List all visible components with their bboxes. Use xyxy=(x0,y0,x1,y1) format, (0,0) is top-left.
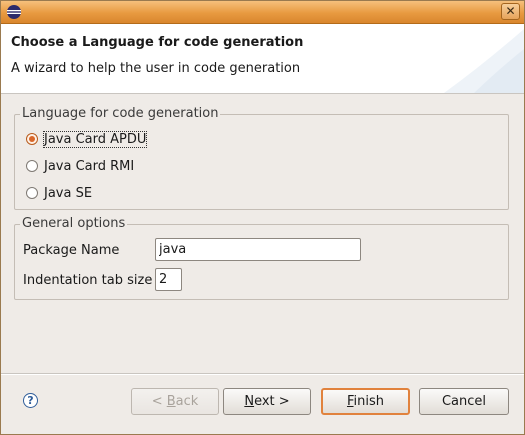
general-options-label: General options xyxy=(20,216,128,232)
page-description: A wizard to help the user in code genera… xyxy=(11,61,301,76)
indentation-label: Indentation tab size xyxy=(23,273,153,288)
radio-indicator[interactable] xyxy=(26,187,38,199)
back-mnemonic: B xyxy=(166,394,176,409)
general-options-group: General options Package Name Indentation… xyxy=(14,216,509,300)
radio-indicator-selected[interactable] xyxy=(26,133,38,145)
next-rest: ext > xyxy=(254,394,290,409)
help-icon[interactable]: ? xyxy=(23,393,38,408)
radio-indicator[interactable] xyxy=(26,160,38,172)
radio-label: Java Card APDU xyxy=(42,130,148,148)
language-group-label: Language for code generation xyxy=(20,106,221,122)
back-button[interactable]: < Back xyxy=(131,388,219,415)
radio-label: Java Card RMI xyxy=(44,158,135,174)
eclipse-icon xyxy=(7,5,21,19)
next-mnemonic: N xyxy=(244,394,255,409)
radio-java-se[interactable]: Java SE xyxy=(26,184,92,202)
wizard-header: Choose a Language for code generation A … xyxy=(1,24,524,94)
close-button[interactable]: ✕ xyxy=(501,3,520,20)
finish-rest: inish xyxy=(353,394,385,409)
package-name-input[interactable] xyxy=(155,238,361,261)
back-rest: ack xyxy=(175,394,199,409)
language-group: Language for code generation Java Card A… xyxy=(14,106,509,210)
button-bar-separator xyxy=(1,373,524,375)
radio-label: Java SE xyxy=(44,185,93,201)
cancel-button[interactable]: Cancel xyxy=(419,388,509,415)
radio-java-card-rmi[interactable]: Java Card RMI xyxy=(26,157,134,175)
title-bar[interactable]: ✕ xyxy=(1,1,524,24)
wizard-window: ✕ Choose a Language for code generation … xyxy=(0,0,525,435)
header-banner-decoration xyxy=(444,29,524,93)
next-button[interactable]: Next > xyxy=(223,388,311,415)
finish-button[interactable]: Finish xyxy=(321,388,410,415)
back-prefix: < xyxy=(151,394,167,409)
indentation-input[interactable] xyxy=(155,268,182,291)
radio-java-card-apdu[interactable]: Java Card APDU xyxy=(26,130,148,148)
package-name-label: Package Name xyxy=(23,243,120,258)
page-title: Choose a Language for code generation xyxy=(11,35,304,50)
